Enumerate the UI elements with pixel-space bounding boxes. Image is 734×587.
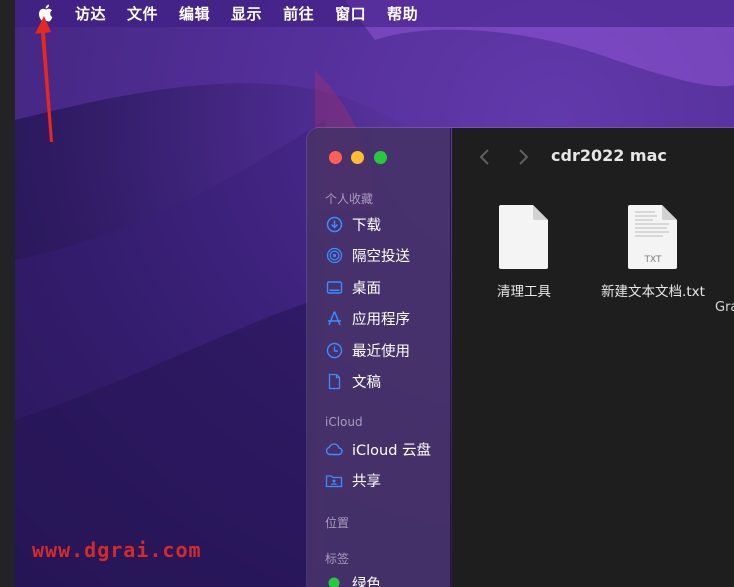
blank-document-icon [499,205,548,269]
menu-view[interactable]: 显示 [231,3,262,24]
tags-section-title: 标签 [325,552,350,566]
close-button[interactable] [329,151,342,164]
finder-window: 个人收藏 下载 隔空投送 桌面 应用程序 最近使用 文稿 iCloud iClo… [307,128,734,587]
sidebar-item-label: iCloud 云盘 [352,442,432,459]
file-name: 新建文本文档.txt [601,284,705,300]
finder-content-area: cdr2022 mac 清理工具 TXT 新建文本文档.txt [452,128,734,587]
sidebar-item-shared[interactable]: 共享 [325,469,381,491]
minimize-button[interactable] [351,151,364,164]
sidebar-item-label: 文稿 [352,374,381,391]
sidebar-item-label: 桌面 [352,280,381,297]
file-item-txt[interactable]: TXT 新建文本文档.txt [592,204,714,300]
menu-go[interactable]: 前往 [283,3,314,24]
partial-file-label: Gra [715,300,734,315]
sidebar-item-applications[interactable]: 应用程序 [325,307,410,329]
sidebar-item-airdrop[interactable]: 隔空投送 [325,244,410,266]
sidebar-item-label: 应用程序 [352,311,410,328]
airdrop-icon [325,246,343,264]
forward-chevron-icon[interactable] [516,148,530,166]
green-tag-dot-icon [325,574,343,587]
watermark-text: www.dgrai.com [32,538,202,562]
cloud-icon [325,440,343,458]
sidebar-item-label: 最近使用 [352,343,410,360]
locations-section-title: 位置 [325,516,350,530]
icloud-section-title: iCloud [325,415,363,429]
sidebar-item-tag-green[interactable]: 绿色 [325,572,381,587]
sidebar-item-desktop[interactable]: 桌面 [325,276,381,298]
left-edge-strip [0,0,15,587]
applications-icon [325,309,343,327]
sidebar-item-label: 绿色 [352,576,381,587]
desktop-icon [325,278,343,296]
sidebar-item-documents[interactable]: 文稿 [325,370,381,392]
menu-edit[interactable]: 编辑 [179,3,210,24]
recents-icon [325,341,343,359]
zoom-button[interactable] [374,151,387,164]
sidebar-item-recents[interactable]: 最近使用 [325,339,410,361]
sidebar-item-label: 下载 [352,217,381,234]
menu-file[interactable]: 文件 [127,3,158,24]
file-name: 清理工具 [497,284,551,300]
download-icon [325,215,343,233]
window-title: cdr2022 mac [551,146,667,165]
txt-document-icon: TXT [628,205,677,269]
menu-bar: 访达 文件 编辑 显示 前往 窗口 帮助 [15,0,734,27]
document-icon [325,372,343,390]
favorites-section-title: 个人收藏 [325,192,374,206]
sidebar-item-label: 隔空投送 [352,248,410,265]
menu-window[interactable]: 窗口 [335,3,366,24]
sidebar-item-label: 共享 [352,473,381,490]
back-chevron-icon[interactable] [478,148,492,166]
shared-folder-icon [325,471,343,489]
sidebar-item-downloads[interactable]: 下载 [325,213,381,235]
sidebar-item-icloud-drive[interactable]: iCloud 云盘 [325,438,431,460]
file-item-cleaner[interactable]: 清理工具 [479,204,569,300]
file-type-label: TXT [643,255,662,265]
menu-finder[interactable]: 访达 [75,3,106,24]
red-pointer-arrow-icon [35,16,53,142]
menu-help[interactable]: 帮助 [387,3,418,24]
finder-sidebar: 个人收藏 下载 隔空投送 桌面 应用程序 最近使用 文稿 iCloud iClo… [307,128,451,587]
